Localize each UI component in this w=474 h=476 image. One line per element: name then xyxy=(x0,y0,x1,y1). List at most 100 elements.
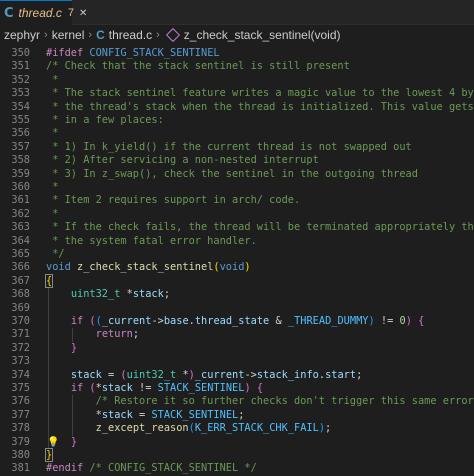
code-line[interactable]: 381 #endif /* CONFIG_STACK_SENTINEL */ xyxy=(0,462,474,475)
code-line[interactable]: 351 /* Check that the stack sentinel is s… xyxy=(0,60,474,73)
code-line[interactable]: 353 * The stack sentinel feature writes … xyxy=(0,87,474,100)
code-line[interactable]: 361 * Item 2 requires support in arch/ c… xyxy=(0,194,474,207)
code-text: if ((_current->base.thread_state & _THRE… xyxy=(70,315,425,327)
line-number: 368 xyxy=(11,288,30,301)
code-line[interactable]: 364 * the system fatal error handler. xyxy=(0,235,474,248)
code-text: * xyxy=(46,181,59,193)
code-text: void z_check_stack_sentinel(void) xyxy=(46,261,251,274)
line-number: 369 xyxy=(11,301,30,314)
code-line[interactable]: 377 *stack = STACK_SENTINEL; xyxy=(0,408,474,423)
code-line[interactable]: 356 * xyxy=(0,127,474,140)
c-language-icon: C xyxy=(4,5,14,21)
line-number: 377 xyxy=(11,408,30,421)
tab-thread-c[interactable]: C thread.c 7 ✕ xyxy=(0,0,87,25)
tab-bar: C thread.c 7 ✕ xyxy=(0,0,474,25)
code-text: z_except_reason(K_ERR_STACK_CHK_FAIL); xyxy=(95,422,332,435)
line-number: 370 xyxy=(11,315,30,327)
breadcrumb: zephyr › kernel › C thread.c › z_check_s… xyxy=(0,25,474,45)
code-line[interactable]: 370 if ((_current->base.thread_state & _… xyxy=(0,315,474,329)
breadcrumb-item-file[interactable]: thread.c xyxy=(109,28,152,42)
line-number: 371 xyxy=(11,328,30,341)
code-line[interactable]: 369 xyxy=(0,301,474,315)
line-number: 364 xyxy=(11,234,30,247)
code-line[interactable]: 355 * in a few places: xyxy=(0,114,474,127)
code-text: * the thread's stack when the thread is … xyxy=(52,100,474,113)
line-number: 373 xyxy=(11,355,30,368)
line-number: 380 xyxy=(11,449,30,461)
code-line[interactable]: 379 } 💡 xyxy=(0,435,474,449)
line-number: 359 xyxy=(11,167,30,180)
code-line[interactable]: 378 z_except_reason(K_ERR_STACK_CHK_FAIL… xyxy=(0,422,474,436)
line-number: 363 xyxy=(11,221,30,234)
code-text: #endif /* CONFIG_STACK_SENTINEL */ xyxy=(46,462,257,475)
line-number: 376 xyxy=(11,395,30,408)
editor-window: C thread.c 7 ✕ zephyr › kernel › C threa… xyxy=(0,0,474,476)
code-line[interactable]: 350 #ifdef CONFIG_STACK_SENTINEL xyxy=(0,47,474,60)
chevron-right-icon: › xyxy=(156,29,160,41)
code-line[interactable]: 368 uint32_t *stack; xyxy=(0,288,474,302)
code-text: /* Restore it so further checks don't tr… xyxy=(46,395,474,408)
breadcrumb-item-zephyr[interactable]: zephyr xyxy=(4,28,40,42)
problems-count-badge: 7 xyxy=(67,7,75,19)
code-line[interactable]: 380} xyxy=(0,448,474,462)
code-line[interactable]: 367 { xyxy=(0,273,474,288)
breadcrumb-item-symbol[interactable]: z_check_stack_sentinel(void) xyxy=(184,28,341,42)
line-number: 366 xyxy=(11,261,30,274)
line-number: 365 xyxy=(11,248,30,260)
code-line[interactable]: 352 * xyxy=(0,74,474,87)
tab-filename: thread.c xyxy=(18,6,62,20)
code-line[interactable]: 366 void z_check_stack_sentinel(void) xyxy=(0,261,474,274)
code-text: return; xyxy=(95,328,140,341)
line-number: 354 xyxy=(11,100,30,113)
code-line[interactable]: 357 * 1) In k_yield() if the current thr… xyxy=(0,141,474,154)
code-text: * in a few places: xyxy=(46,114,164,126)
line-number: 360 xyxy=(11,181,30,193)
chevron-right-icon: › xyxy=(88,29,93,41)
line-number: 379 xyxy=(11,435,30,448)
code-line[interactable]: 354 * the thread's stack when the thread… xyxy=(0,101,474,114)
code-line[interactable]: 362 * xyxy=(0,208,474,221)
code-line[interactable]: 359 * 3) In z_swap(), check the sentinel… xyxy=(0,168,474,181)
line-number: 355 xyxy=(11,114,30,126)
line-number: 356 xyxy=(11,127,30,140)
line-number: 353 xyxy=(11,87,30,100)
code-line[interactable]: 371 return; xyxy=(0,328,474,342)
line-number: 374 xyxy=(11,368,30,381)
line-number: 350 xyxy=(11,47,30,59)
code-line[interactable]: 363 * If the check fails, the thread wil… xyxy=(0,221,474,234)
code-text: * 3) In z_swap(), check the sentinel in … xyxy=(46,167,418,180)
code-editor[interactable]: 350 #ifdef CONFIG_STACK_SENTINEL 351 /* Che… xyxy=(0,44,474,476)
code-text: #ifdef CONFIG_STACK_SENTINEL xyxy=(46,47,220,59)
code-text: * xyxy=(46,127,59,140)
code-text: if (*stack != STACK_SENTINEL) { xyxy=(70,382,264,394)
line-number: 362 xyxy=(11,207,30,220)
close-icon[interactable]: ✕ xyxy=(79,8,87,19)
line-number: 351 xyxy=(11,60,30,73)
code-line[interactable]: 376 /* Restore it so further checks don'… xyxy=(0,395,474,409)
code-text: * xyxy=(46,73,59,86)
code-text: * Item 2 requires support in arch/ code. xyxy=(46,194,301,207)
line-number: 358 xyxy=(11,154,30,167)
code-line[interactable]: 360 * xyxy=(0,181,474,194)
code-text: stack = (uint32_t *)_current->stack_info… xyxy=(70,368,363,381)
code-line[interactable]: 374 stack = (uint32_t *)_current->stack_… xyxy=(0,368,474,382)
line-number: 372 xyxy=(11,341,30,354)
code-text: * the system fatal error handler. xyxy=(46,234,257,247)
function-symbol-icon xyxy=(165,27,180,43)
code-line[interactable]: 373 xyxy=(0,355,474,369)
lightbulb-icon[interactable]: 💡 xyxy=(47,436,59,449)
code-line[interactable]: 375 if (*stack != STACK_SENTINEL) { xyxy=(0,382,474,396)
line-number: 361 xyxy=(11,194,30,207)
breadcrumb-item-kernel[interactable]: kernel xyxy=(52,28,85,42)
code-line[interactable]: 365 */ xyxy=(0,248,474,261)
code-text: } xyxy=(44,448,54,462)
indent-guide xyxy=(48,301,49,315)
code-text: { xyxy=(44,273,54,288)
line-number: 375 xyxy=(11,382,30,394)
indent-guide xyxy=(48,355,49,369)
code-line[interactable]: 372 } xyxy=(0,341,474,356)
line-number: 352 xyxy=(11,73,30,86)
c-language-icon: C xyxy=(96,28,105,42)
line-number: 357 xyxy=(11,140,30,153)
code-line[interactable]: 358 * 2) After servicing a non-nested in… xyxy=(0,154,474,167)
